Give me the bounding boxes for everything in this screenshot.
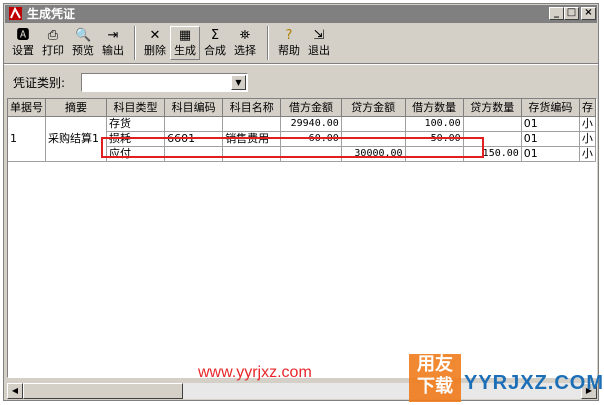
merge-button[interactable]: Σ 合成 <box>200 26 230 60</box>
delete-button[interactable]: ✕ 删除 <box>140 26 170 60</box>
toolbar-divider <box>4 63 598 65</box>
help-label: 帮助 <box>278 44 300 57</box>
watermark-logo: 用友 下载 <box>409 354 461 402</box>
table-row[interactable]: 1 采购结算1 存货 29940.00 100.00 01 小 <box>8 116 596 162</box>
select-label: 选择 <box>234 44 256 57</box>
stock-extra-cell[interactable]: 小 <box>579 146 596 162</box>
select-icon: ⛯ <box>239 28 251 43</box>
delete-icon: ✕ <box>149 28 161 43</box>
chevron-down-icon[interactable]: ▼ <box>231 75 246 90</box>
account-name-cell[interactable] <box>222 116 282 132</box>
generate-label: 生成 <box>174 44 196 57</box>
exit-label: 退出 <box>308 44 330 57</box>
toolbar-separator <box>267 26 269 60</box>
credit-amount-cell[interactable] <box>341 116 406 132</box>
doc-no-cell[interactable]: 1 <box>8 116 46 162</box>
col-account-type[interactable]: 科目类型 <box>106 99 166 117</box>
stock-extra-cell[interactable]: 小 <box>579 116 596 132</box>
delete-label: 删除 <box>144 44 166 57</box>
print-icon: ⎙ <box>47 28 59 43</box>
highlight-box <box>101 137 484 158</box>
account-type-cell[interactable]: 存货 <box>106 116 166 132</box>
preview-button[interactable]: 🔍 预览 <box>68 26 98 60</box>
col-credit-qty[interactable]: 贷方数量 <box>463 99 522 117</box>
col-account-code[interactable]: 科目编码 <box>164 99 224 117</box>
settings-icon: 🅰 <box>16 28 30 43</box>
app-icon <box>9 7 22 20</box>
exit-icon: ⇲ <box>313 28 325 43</box>
debit-amount-cell[interactable]: 29940.00 <box>280 116 342 132</box>
voucher-type-select[interactable]: ▼ <box>81 73 248 92</box>
debit-qty-cell[interactable]: 100.00 <box>405 116 464 132</box>
settings-button[interactable]: 🅰 设置 <box>8 26 38 60</box>
voucher-type-label: 凭证类别: <box>13 76 66 90</box>
col-stock-code[interactable]: 存货编码 <box>521 99 580 117</box>
export-label: 输出 <box>102 44 124 57</box>
print-button[interactable]: ⎙ 打印 <box>38 26 68 60</box>
stock-code-cell[interactable]: 01 <box>521 131 580 147</box>
window-title: 生成凭证 <box>27 7 76 21</box>
close-button[interactable]: × <box>581 7 596 20</box>
watermark-logo-top: 用友 <box>417 354 453 375</box>
export-icon: ⇥ <box>107 28 119 43</box>
col-account-name[interactable]: 科目名称 <box>222 99 282 117</box>
preview-label: 预览 <box>72 44 94 57</box>
help-button[interactable]: ? 帮助 <box>274 26 304 60</box>
watermark-logo-bottom: 下载 <box>417 376 453 397</box>
watermark-brand: YYRJXZ.COM <box>464 372 604 394</box>
generate-voucher-window: 生成凭证 _ □ × 🅰 设置 ⎙ 打印 🔍 预览 ⇥ 输出 ✕ 删除 ▦ 生成 <box>3 3 603 402</box>
col-stock-extra[interactable]: 存 <box>579 99 596 117</box>
account-code-cell[interactable] <box>164 116 224 132</box>
col-debit-qty[interactable]: 借方数量 <box>405 99 464 117</box>
stock-code-cell[interactable]: 01 <box>521 116 580 132</box>
credit-qty-cell[interactable] <box>463 116 522 132</box>
col-debit-amount[interactable]: 借方金额 <box>280 99 342 117</box>
generate-button[interactable]: ▦ 生成 <box>170 26 200 60</box>
title-bar[interactable]: 生成凭证 _ □ × <box>5 5 597 23</box>
minimize-button[interactable]: _ <box>549 7 564 20</box>
stock-code-cell[interactable]: 01 <box>521 146 580 162</box>
table-header-row: 单据号 摘要 科目类型 科目编码 科目名称 借方金额 贷方金额 借方数量 贷方数… <box>8 99 596 117</box>
print-label: 打印 <box>42 44 64 57</box>
select-button[interactable]: ⛯ 选择 <box>230 26 260 60</box>
stock-extra-cell[interactable]: 小 <box>579 131 596 147</box>
settings-label: 设置 <box>12 44 34 57</box>
help-icon: ? <box>285 28 293 43</box>
preview-icon: 🔍 <box>75 28 92 43</box>
merge-icon: Σ <box>210 28 220 43</box>
scroll-left-icon[interactable]: ◀ <box>7 383 23 399</box>
generate-icon: ▦ <box>178 28 192 43</box>
summary-cell[interactable]: 采购结算1 <box>45 116 107 162</box>
col-doc-no[interactable]: 单据号 <box>8 99 46 117</box>
col-summary[interactable]: 摘要 <box>45 99 107 117</box>
scroll-thumb[interactable] <box>23 383 183 399</box>
watermark-url: www.yyrjxz.com <box>198 364 312 381</box>
toolbar: 🅰 设置 ⎙ 打印 🔍 预览 ⇥ 输出 ✕ 删除 ▦ 生成 Σ 合成 ⛯ 选择 … <box>6 25 596 62</box>
col-credit-amount[interactable]: 贷方金额 <box>341 99 406 117</box>
toolbar-separator <box>134 26 136 60</box>
export-button[interactable]: ⇥ 输出 <box>98 26 128 60</box>
maximize-button[interactable]: □ <box>564 7 579 20</box>
exit-button[interactable]: ⇲ 退出 <box>304 26 334 60</box>
merge-label: 合成 <box>204 44 226 57</box>
